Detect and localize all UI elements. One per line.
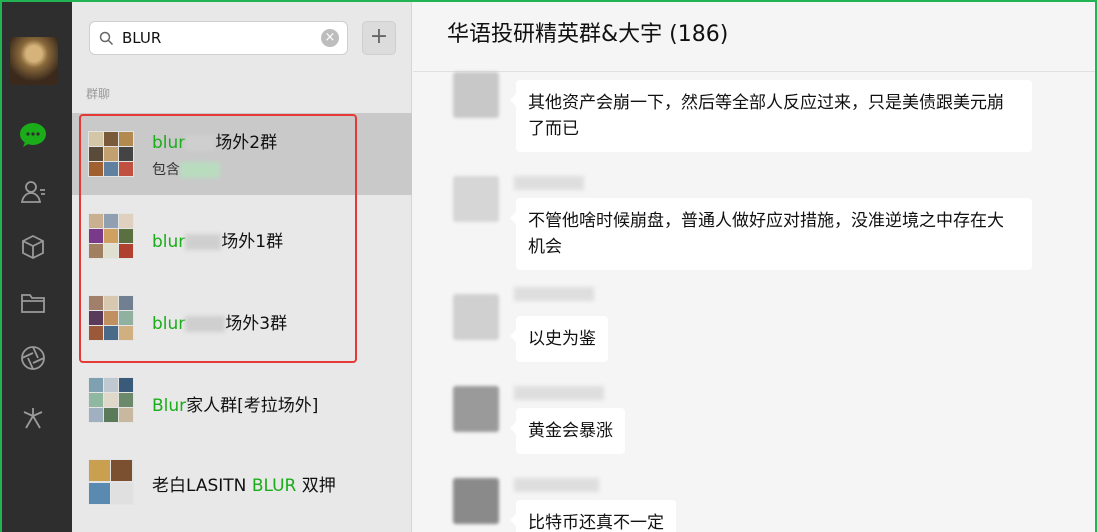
channels-icon[interactable]	[18, 403, 48, 433]
group-name: Blur家人群[考拉场外]	[152, 396, 319, 416]
sender-name	[514, 386, 604, 400]
search-box[interactable]: BLUR ×	[89, 21, 348, 55]
moments-aperture-icon[interactable]	[18, 343, 48, 373]
search-icon	[99, 31, 114, 46]
user-avatar[interactable]	[10, 37, 58, 85]
search-input[interactable]: BLUR	[122, 29, 161, 47]
group-name: 老白LASITN BLUR 双押	[152, 476, 336, 496]
list-item[interactable]: Blur家人群[考拉场外]	[72, 359, 412, 441]
sidebar-nav	[0, 0, 72, 532]
sender-avatar[interactable]	[453, 478, 499, 524]
chat-icon[interactable]	[18, 120, 48, 150]
match-detail: 包含	[152, 159, 220, 179]
group-name: blur 场外2群	[152, 133, 278, 153]
sender-name	[514, 287, 594, 301]
favorites-cube-icon[interactable]	[18, 232, 48, 262]
list-item[interactable]: 老白LASITN BLUR 双押	[72, 441, 412, 523]
chat-title: 华语投研精英群&大宇 (186)	[447, 22, 729, 47]
message-bubble: 比特币还真不一定	[510, 500, 676, 532]
sender-name	[514, 176, 584, 190]
chat-panel: 华语投研精英群&大宇 (186) 其他资产会崩一下，然后等全部人反应过来，只是美…	[413, 0, 1097, 532]
message-bubble: 以史为鉴	[510, 316, 608, 362]
sender-avatar[interactable]	[453, 386, 499, 432]
group-avatar	[88, 131, 134, 177]
message-bubble: 不管他啥时候崩盘，普通人做好应对措施，没准逆境之中存在大机会	[510, 198, 1032, 270]
divider	[413, 71, 1097, 72]
sender-avatar[interactable]	[453, 176, 499, 222]
group-avatar	[88, 213, 134, 259]
folder-icon[interactable]	[18, 288, 48, 318]
sender-avatar[interactable]	[453, 72, 499, 118]
search-results-panel: BLUR × + 群聊 blur 场外2群 包含 blur 场外1群 blur …	[72, 0, 412, 532]
list-item[interactable]: blur 场外1群	[72, 195, 412, 277]
message-bubble: 黄金会暴涨	[510, 408, 625, 454]
message-bubble: 其他资产会崩一下，然后等全部人反应过来，只是美债跟美元崩了而已	[510, 80, 1032, 152]
sender-name	[514, 478, 599, 492]
list-item[interactable]: blur 场外2群 包含	[72, 113, 412, 195]
group-name: blur 场外3群	[152, 314, 288, 334]
section-label-group-chats: 群聊	[86, 87, 111, 101]
clear-search-icon[interactable]: ×	[321, 29, 339, 47]
sender-avatar[interactable]	[453, 294, 499, 340]
group-avatar	[88, 459, 134, 505]
group-avatar	[88, 377, 134, 423]
list-item[interactable]: blur 场外3群	[72, 277, 412, 359]
group-avatar	[88, 295, 134, 341]
contacts-icon[interactable]	[18, 177, 48, 207]
add-button[interactable]: +	[362, 21, 396, 55]
group-name: blur 场外1群	[152, 232, 284, 252]
